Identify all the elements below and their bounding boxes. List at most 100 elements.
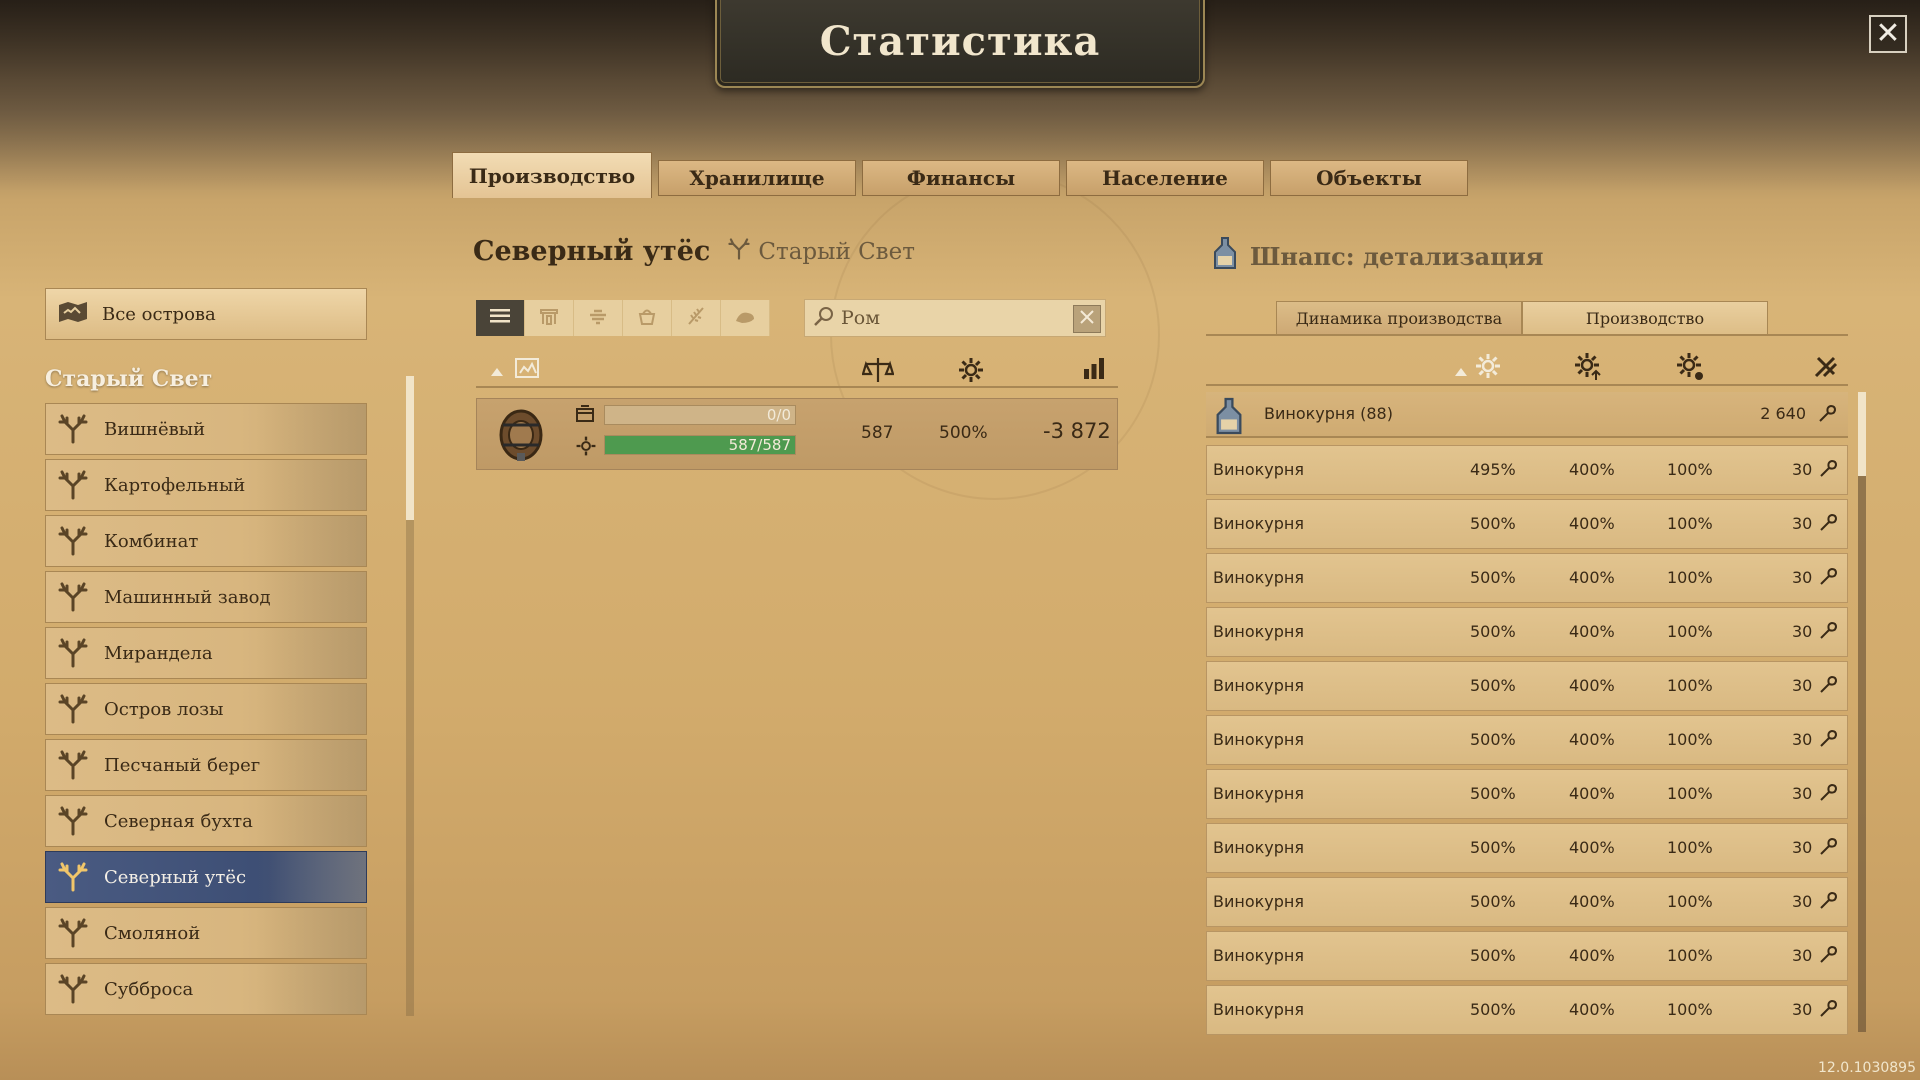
version-label: 12.0.1030895	[1818, 1060, 1916, 1076]
island-item[interactable]: Мирандела	[45, 627, 367, 679]
region-name: Старый Свет	[758, 238, 915, 265]
base-productivity-icon[interactable]	[1574, 352, 1604, 386]
table-row[interactable]: Винокурня 500% 400% 100% 30	[1206, 553, 1848, 603]
wrench-icon[interactable]	[1817, 782, 1839, 808]
tab-objects[interactable]: Объекты	[1270, 160, 1468, 196]
row-workers: 30	[1792, 838, 1813, 857]
wrench-icon[interactable]	[1817, 998, 1839, 1024]
close-button[interactable]: ✕	[1869, 15, 1907, 53]
filter-factory-button[interactable]	[574, 300, 623, 336]
wrench-icon[interactable]	[1817, 512, 1839, 538]
building-group-row[interactable]: Винокурня (88) 2 640	[1206, 392, 1848, 438]
row-name: Винокурня	[1213, 946, 1304, 965]
filter-food-button[interactable]	[623, 300, 672, 336]
table-row[interactable]: Винокурня 500% 400% 100% 30	[1206, 877, 1848, 927]
row-name: Винокурня	[1213, 784, 1304, 803]
wrench-icon[interactable]	[1817, 890, 1839, 916]
goods-column-icon[interactable]	[514, 356, 540, 384]
table-row[interactable]: Винокурня 500% 400% 100% 30	[1206, 499, 1848, 549]
island-item[interactable]: Комбинат	[45, 515, 367, 567]
detail-scrollbar[interactable]	[1858, 392, 1866, 1032]
market-icon	[539, 306, 559, 330]
search-box	[804, 299, 1106, 337]
product-row[interactable]: 0/0 587/587 587 500% -3 872	[476, 398, 1118, 470]
production-bar: 587/587	[604, 435, 796, 455]
tab-storage[interactable]: Хранилище	[658, 160, 856, 196]
region-label: Старый Свет	[728, 237, 915, 266]
row-boost: 100%	[1667, 460, 1713, 479]
row-base: 400%	[1569, 622, 1615, 641]
row-productivity: 500%	[1470, 784, 1516, 803]
island-item[interactable]: Остров лозы	[45, 683, 367, 735]
antler-icon	[56, 692, 90, 726]
tab-production[interactable]: Производство	[452, 152, 652, 198]
wrench-icon[interactable]	[1817, 674, 1839, 700]
island-item[interactable]: Песчаный берег	[45, 739, 367, 791]
island-list: Вишнёвый Картофельный Комбинат Машинный …	[45, 403, 367, 1033]
filter-animals-button[interactable]	[721, 300, 770, 336]
row-base: 400%	[1569, 892, 1615, 911]
island-item[interactable]: Вишнёвый	[45, 403, 367, 455]
boost-icon[interactable]	[1676, 352, 1706, 386]
row-name: Винокурня	[1213, 1000, 1304, 1019]
sort-ascending-icon[interactable]	[1454, 362, 1468, 381]
row-productivity: 500%	[1470, 514, 1516, 533]
storage-bar: 0/0	[604, 405, 796, 425]
wrench-icon[interactable]	[1817, 836, 1839, 862]
chart-icon[interactable]	[1082, 356, 1106, 384]
table-row[interactable]: Винокурня 500% 400% 100% 30	[1206, 715, 1848, 765]
filter-market-button[interactable]	[525, 300, 574, 336]
wrench-icon[interactable]	[1817, 944, 1839, 970]
table-row[interactable]: Винокурня 500% 400% 100% 30	[1206, 769, 1848, 819]
wrench-icon[interactable]	[1817, 566, 1839, 592]
all-islands-button[interactable]: Все острова	[45, 288, 367, 340]
row-productivity: 500%	[1470, 622, 1516, 641]
wrench-icon	[1816, 403, 1838, 429]
scrollbar-thumb[interactable]	[1858, 392, 1866, 476]
table-row[interactable]: Винокурня 500% 400% 100% 30	[1206, 985, 1848, 1035]
table-row[interactable]: Винокурня 495% 400% 100% 30	[1206, 445, 1848, 495]
subtab-production-dynamics[interactable]: Динамика производства	[1276, 301, 1522, 335]
filter-farm-button[interactable]	[672, 300, 721, 336]
wrench-icon[interactable]	[1817, 620, 1839, 646]
gear-icon[interactable]	[957, 356, 985, 388]
table-row[interactable]: Винокурня 500% 400% 100% 30	[1206, 607, 1848, 657]
window-title-plate: Статистика	[715, 0, 1205, 88]
tab-finance[interactable]: Финансы	[862, 160, 1060, 196]
island-item-selected[interactable]: Северный утёс	[45, 851, 367, 903]
filter-all-button[interactable]	[476, 300, 525, 336]
island-list-scrollbar[interactable]	[406, 376, 414, 1016]
row-base: 400%	[1569, 514, 1615, 533]
scrollbar-thumb[interactable]	[406, 376, 414, 520]
island-item[interactable]: Смоляной	[45, 907, 367, 959]
island-label: Северный утёс	[104, 866, 247, 888]
island-name: Северный утёс	[473, 236, 711, 267]
clear-search-button[interactable]	[1073, 305, 1101, 333]
antler-icon	[56, 580, 90, 614]
island-item[interactable]: Машинный завод	[45, 571, 367, 623]
island-item[interactable]: Субброса	[45, 963, 367, 1015]
subtab-production[interactable]: Производство	[1522, 301, 1768, 335]
island-item[interactable]: Картофельный	[45, 459, 367, 511]
island-label: Машинный завод	[104, 586, 271, 608]
row-name: Винокурня	[1213, 622, 1304, 641]
table-row[interactable]: Винокурня 500% 400% 100% 30	[1206, 931, 1848, 981]
wrench-icon[interactable]	[1812, 352, 1840, 384]
row-productivity: 500%	[1470, 676, 1516, 695]
table-row[interactable]: Винокурня 500% 400% 100% 30	[1206, 661, 1848, 711]
tab-population[interactable]: Население	[1066, 160, 1264, 196]
sort-ascending-icon[interactable]	[490, 362, 504, 381]
balance-icon[interactable]	[861, 356, 895, 388]
bottle-icon	[1212, 396, 1246, 440]
productivity-gear-icon[interactable]	[1474, 352, 1502, 384]
wrench-icon[interactable]	[1817, 728, 1839, 754]
amount-value: -3 872	[1043, 419, 1111, 443]
row-productivity: 500%	[1470, 730, 1516, 749]
table-row[interactable]: Винокурня 500% 400% 100% 30	[1206, 823, 1848, 873]
search-input[interactable]	[841, 307, 1061, 329]
island-item[interactable]: Северная бухта	[45, 795, 367, 847]
bottle-icon	[1210, 236, 1240, 276]
wrench-icon[interactable]	[1817, 458, 1839, 484]
island-label: Северная бухта	[104, 810, 253, 832]
island-heading: Северный утёс Старый Свет	[473, 236, 915, 267]
